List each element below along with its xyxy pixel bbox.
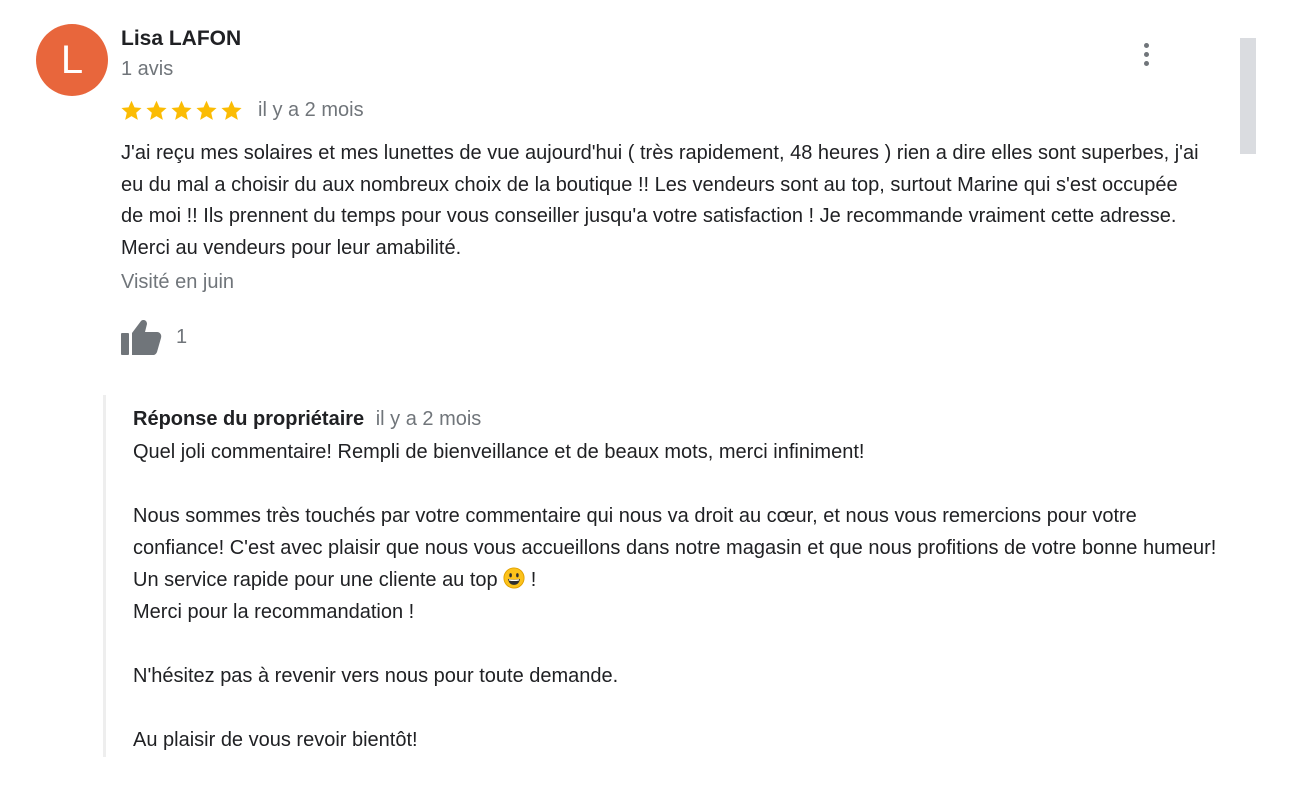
reply-paragraph: Au plaisir de vous revoir bientôt! xyxy=(133,729,418,751)
like-count: 1 xyxy=(176,325,188,348)
owner-reply-title: Réponse du propriétaire xyxy=(133,408,365,430)
rating-row: il y a 2 mois xyxy=(120,96,364,124)
more-vert-icon xyxy=(1143,42,1149,48)
more-vert-icon-dot xyxy=(1143,60,1149,66)
avatar[interactable]: L xyxy=(36,24,108,96)
reply-paragraph: Nous sommes très touchés par votre comme… xyxy=(133,500,1233,596)
star-icon xyxy=(221,100,242,120)
star-icon xyxy=(146,100,167,120)
star-rating xyxy=(120,99,243,122)
review-date: il y a 2 mois xyxy=(258,99,364,121)
reply-text: Nous sommes très touchés par votre comme… xyxy=(133,505,1217,591)
thumb-up-icon xyxy=(121,320,162,355)
reply-paragraph: Merci pour la recommandation ! xyxy=(133,601,415,623)
star-icon xyxy=(121,100,142,120)
owner-reply: Réponse du propriétaire il y a 2 mois Qu… xyxy=(103,395,1256,757)
reply-paragraph: N'hésitez pas à revenir vers nous pour t… xyxy=(133,665,619,687)
scrollbar-thumb[interactable] xyxy=(1240,38,1256,154)
reply-text-end: ! xyxy=(525,569,537,591)
author-name[interactable]: Lisa LAFON xyxy=(121,26,241,52)
like-row: 1 xyxy=(120,316,187,358)
more-vert-icon-dot xyxy=(1143,51,1149,57)
owner-reply-date: il y a 2 mois xyxy=(375,408,482,430)
owner-reply-header: Réponse du propriétaire il y a 2 mois xyxy=(133,405,481,433)
more-options-button[interactable] xyxy=(1130,38,1162,70)
reply-paragraph: Quel joli commentaire! Rempli de bienvei… xyxy=(133,441,865,463)
smiley-emoji-icon xyxy=(503,567,525,589)
star-icon xyxy=(196,100,217,120)
review-text: J'ai reçu mes solaires et mes lunettes d… xyxy=(121,142,1199,259)
like-button[interactable] xyxy=(120,316,164,358)
owner-reply-body: Quel joli commentaire! Rempli de bienvei… xyxy=(133,436,1233,756)
author-review-count: 1 avis xyxy=(121,58,174,80)
star-icon xyxy=(171,100,192,120)
visited-date: Visité en juin xyxy=(121,271,235,293)
